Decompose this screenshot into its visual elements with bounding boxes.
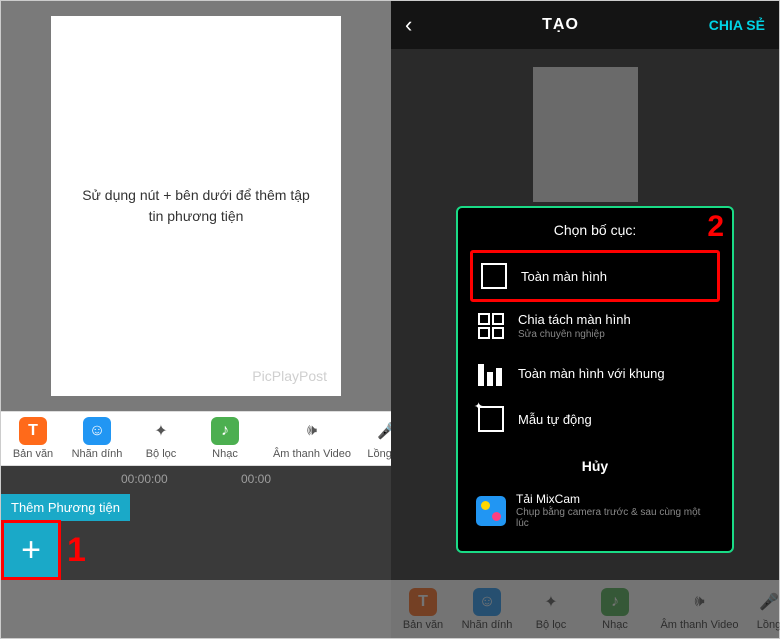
preview-area: Sử dụng nút + bên dưới để thêm tập tin p…	[1, 1, 391, 411]
tool-audio-video[interactable]: 🕪 Âm thanh Video	[257, 412, 367, 465]
dialog-title: Chọn bố cục:	[470, 222, 720, 238]
promo-title: Tải MixCam	[516, 492, 714, 506]
option-split[interactable]: Chia tách màn hình Sửa chuyên nghiệp	[470, 302, 720, 350]
watermark: PicPlayPost	[252, 368, 327, 384]
preview-card-right	[533, 67, 638, 202]
option-frame[interactable]: Toàn màn hình với khung	[470, 350, 720, 396]
add-media-button-highlight: +	[1, 520, 61, 580]
tool-sticker[interactable]: ☺ Nhãn dính	[455, 588, 519, 631]
tool-label: Bộ lọc	[536, 619, 567, 631]
tool-audio-video[interactable]: 🕪 Âm thanh Video	[647, 588, 752, 631]
tool-filter[interactable]: ✦ Bộ lọc	[519, 588, 583, 631]
preview-area-right	[391, 49, 779, 204]
promo-sub: Chụp bằng camera trước & sau cùng một lú…	[516, 507, 714, 529]
header: ‹ TẠO CHIA SẺ	[391, 1, 779, 49]
mixcam-icon	[476, 496, 506, 526]
option-label: Toàn màn hình với khung	[518, 366, 712, 381]
tool-label: Lồng	[757, 619, 780, 631]
page-title: TẠO	[542, 16, 579, 34]
option-label: Chia tách màn hình	[518, 312, 712, 327]
auto-icon	[478, 406, 504, 432]
add-media-button[interactable]: +	[4, 523, 58, 577]
promo-mixcam[interactable]: Tải MixCam Chụp bằng camera trước & sau …	[470, 484, 720, 537]
tool-label: Âm thanh Video	[273, 448, 351, 460]
split-icon	[478, 313, 504, 339]
step-badge-2: 2	[707, 210, 724, 244]
tool-label: Âm thanh Video	[660, 619, 738, 631]
bottom-toolbar-right: T Bản văn ☺ Nhãn dính ✦ Bộ lọc ♪ Nhạc 🕪 …	[391, 580, 779, 638]
right-screen: ‹ TẠO CHIA SẺ 2 Chọn bố cục: Toàn màn hì…	[391, 1, 779, 638]
sticker-icon: ☺	[83, 417, 111, 445]
tool-sticker[interactable]: ☺ Nhãn dính	[65, 412, 129, 465]
wand-icon: ✦	[147, 417, 175, 445]
layout-dialog: 2 Chọn bố cục: Toàn màn hình Chia tách m…	[456, 206, 734, 553]
speaker-icon: 🕪	[686, 588, 714, 616]
add-media-tooltip: Thêm Phương tiện	[1, 494, 130, 521]
tool-label: Bộ lọc	[146, 448, 177, 460]
tool-label: Nhãn dính	[72, 448, 123, 460]
timeline: 00:00:00 00:00 Thêm Phương tiện + 1	[1, 466, 391, 580]
tool-caption[interactable]: 🎤 Lồng	[752, 588, 780, 631]
left-screen: Sử dụng nút + bên dưới để thêm tập tin p…	[1, 1, 391, 638]
tool-label: Bản văn	[403, 619, 443, 631]
back-button[interactable]: ‹	[405, 12, 412, 38]
fullscreen-icon	[481, 263, 507, 289]
share-button[interactable]: CHIA SẺ	[709, 17, 765, 33]
tool-music[interactable]: ♪ Nhạc	[193, 412, 257, 465]
bottom-toolbar: T Bản văn ☺ Nhãn dính ✦ Bộ lọc ♪ Nhạc 🕪 …	[1, 411, 391, 466]
step-badge-1: 1	[67, 531, 86, 570]
preview-placeholder-text: Sử dụng nút + bên dưới để thêm tập tin p…	[51, 185, 341, 227]
preview-card: Sử dụng nút + bên dưới để thêm tập tin p…	[51, 16, 341, 396]
frame-icon	[478, 360, 504, 386]
time-start: 00:00:00	[121, 472, 168, 496]
tool-filter[interactable]: ✦ Bộ lọc	[129, 412, 193, 465]
mic-icon: 🎤	[755, 588, 780, 616]
option-sublabel: Sửa chuyên nghiệp	[518, 329, 712, 340]
tool-text[interactable]: T Bản văn	[391, 588, 455, 631]
text-icon: T	[19, 417, 47, 445]
music-icon: ♪	[211, 417, 239, 445]
sticker-icon: ☺	[473, 588, 501, 616]
wand-icon: ✦	[537, 588, 565, 616]
tool-text[interactable]: T Bản văn	[1, 412, 65, 465]
option-label: Toàn màn hình	[521, 269, 709, 284]
option-auto[interactable]: Mẫu tự động	[470, 396, 720, 442]
speaker-icon: 🕪	[298, 417, 326, 445]
tool-music[interactable]: ♪ Nhạc	[583, 588, 647, 631]
tool-label: Nhạc	[212, 448, 238, 460]
music-icon: ♪	[601, 588, 629, 616]
cancel-button[interactable]: Hủy	[470, 448, 720, 484]
tool-label: Bản văn	[13, 448, 53, 460]
tool-label: Nhạc	[602, 619, 628, 631]
option-fullscreen[interactable]: Toàn màn hình	[470, 250, 720, 302]
option-label: Mẫu tự động	[518, 412, 712, 427]
time-end: 00:00	[241, 472, 271, 496]
text-icon: T	[409, 588, 437, 616]
tool-label: Nhãn dính	[462, 619, 513, 631]
